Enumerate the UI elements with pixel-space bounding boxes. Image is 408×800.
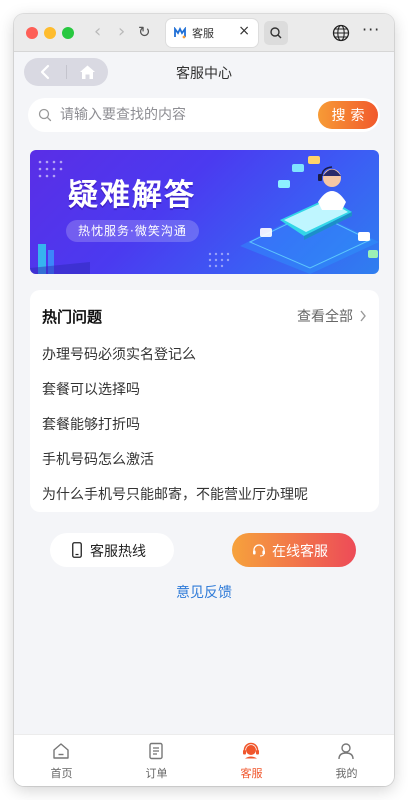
order-icon xyxy=(149,742,163,760)
search-bar: 搜索 xyxy=(28,98,380,132)
faq-item[interactable]: 套餐能够打折吗 xyxy=(42,414,140,434)
hot-questions-card: 热门问题 查看全部 办理号码必须实名登记么 套餐可以选择吗 套餐能够打折吗 手机… xyxy=(30,290,379,512)
tab-service[interactable]: 客服 xyxy=(204,735,299,786)
bottom-tabbar: 首页 订单 客服 我的 xyxy=(14,734,394,786)
banner-subtitle: 热忱服务·微笑沟通 xyxy=(66,220,199,242)
service-icon xyxy=(243,742,259,759)
search-icon xyxy=(270,27,282,39)
tab-profile-label: 我的 xyxy=(335,767,358,780)
minimize-window-button[interactable] xyxy=(44,27,56,39)
view-all-label: 查看全部 xyxy=(297,309,353,325)
browser-back-button[interactable]: ‹ xyxy=(94,22,101,42)
faq-item[interactable]: 为什么手机号只能邮寄，不能营业厅办理呢 xyxy=(42,484,308,504)
more-menu-icon[interactable]: ··· xyxy=(362,20,380,39)
browser-tab[interactable]: 客服 × xyxy=(166,19,258,47)
browser-toolbar: ‹ › ↻ 客服 × ··· xyxy=(14,14,394,52)
banner-title: 疑难解答 xyxy=(68,178,196,213)
phone-icon xyxy=(72,542,82,558)
close-window-button[interactable] xyxy=(26,27,38,39)
tab-home-label: 首页 xyxy=(50,767,73,780)
home-icon xyxy=(53,743,69,759)
hotline-button[interactable]: 客服热线 xyxy=(50,533,174,567)
chevron-right-icon xyxy=(360,310,366,322)
tab-profile[interactable]: 我的 xyxy=(299,735,394,786)
faq-banner[interactable]: 疑难解答 热忱服务·微笑沟通 xyxy=(30,150,379,274)
faq-item[interactable]: 套餐可以选择吗 xyxy=(42,379,140,399)
tab-home[interactable]: 首页 xyxy=(14,735,109,786)
page-title: 客服中心 xyxy=(176,66,232,82)
faq-item[interactable]: 办理号码必须实名登记么 xyxy=(42,344,196,364)
app-header: 客服中心 xyxy=(14,52,394,98)
site-favicon-icon xyxy=(174,27,186,39)
search-button[interactable]: 搜索 xyxy=(318,101,378,129)
online-service-label: 在线客服 xyxy=(272,544,328,560)
tab-service-label: 客服 xyxy=(240,767,263,780)
tab-close-button[interactable]: × xyxy=(238,23,250,39)
hot-questions-title: 热门问题 xyxy=(42,308,103,326)
feedback-link[interactable]: 意见反馈 xyxy=(14,582,394,602)
faq-item[interactable]: 手机号码怎么激活 xyxy=(42,449,154,469)
globe-icon[interactable] xyxy=(332,24,350,42)
tab-orders[interactable]: 订单 xyxy=(109,735,204,786)
reload-button[interactable]: ↻ xyxy=(138,22,151,42)
search-icon xyxy=(38,108,52,122)
app-window: ‹ › ↻ 客服 × ··· 客服中心 请输入要查找的内容 搜索 疑难解答 热忱… xyxy=(14,14,394,786)
tab-title: 客服 xyxy=(192,27,214,40)
tab-search-button[interactable] xyxy=(264,21,288,45)
view-all-link[interactable]: 查看全部 xyxy=(297,306,367,326)
headset-icon xyxy=(253,544,265,557)
browser-forward-button[interactable]: › xyxy=(118,22,125,42)
profile-icon xyxy=(338,743,354,760)
hotline-label: 客服热线 xyxy=(90,544,146,560)
customer-service-illustration-icon xyxy=(240,156,379,274)
maximize-window-button[interactable] xyxy=(62,27,74,39)
tab-orders-label: 订单 xyxy=(145,767,168,780)
online-service-button[interactable]: 在线客服 xyxy=(232,533,356,567)
search-input[interactable] xyxy=(60,98,290,132)
